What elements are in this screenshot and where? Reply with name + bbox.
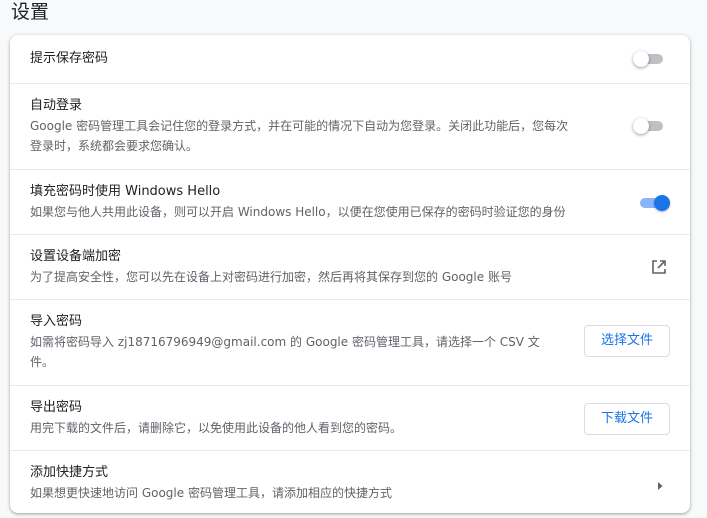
open-in-new-icon[interactable] [650, 258, 668, 276]
row-label: 自动登录 [30, 98, 83, 113]
choose-file-button[interactable]: 选择文件 [584, 325, 670, 357]
row-label: 添加快捷方式 [30, 465, 109, 480]
toggle-knob [633, 118, 649, 134]
description-line: 如需将密码导入 zj18716796949@gmail.com 的 Google… [30, 335, 540, 349]
settings-card: 提示保存密码 自动登录 Google 密码管理工具会记住您的登录方式，并在可能的… [10, 35, 690, 513]
row-label: 填充密码时使用 Windows Hello [30, 184, 221, 199]
toggle-knob [654, 195, 670, 211]
download-file-button[interactable]: 下载文件 [584, 403, 670, 435]
row-device-encryption[interactable]: 设置设备端加密 为了提高安全性，您可以先在设备上对密码进行加密，然后再将其保存到… [10, 234, 690, 299]
row-offer-save-passwords[interactable]: 提示保存密码 [10, 35, 690, 83]
row-export-passwords[interactable]: 导出密码 用完下载的文件后，请删除它，以免使用此设备的他人看到您的密码。 下载文… [10, 385, 690, 450]
offer-save-passwords-toggle[interactable] [633, 50, 665, 68]
description-line: 登录时，系统都会要求您确认。 [30, 139, 199, 153]
row-description: 为了提高安全性，您可以先在设备上对密码进行加密，然后再将其保存到您的 Googl… [30, 270, 512, 284]
toggle-knob [633, 51, 649, 67]
row-add-shortcut[interactable]: 添加快捷方式 如果想更快速地访问 Google 密码管理工具，请添加相应的快捷方… [10, 450, 690, 513]
row-label: 提示保存密码 [30, 51, 109, 66]
description-line: Google 密码管理工具会记住您的登录方式，并在可能的情况下自动为您登录。关闭… [30, 119, 569, 133]
row-description: 用完下载的文件后，请删除它，以免使用此设备的他人看到您的密码。 [30, 421, 403, 435]
description-line: 件。 [30, 355, 55, 369]
row-label: 导出密码 [30, 400, 83, 415]
row-label: 设置设备端加密 [30, 249, 122, 264]
row-auto-sign-in[interactable]: 自动登录 Google 密码管理工具会记住您的登录方式，并在可能的情况下自动为您… [10, 83, 690, 169]
row-import-passwords[interactable]: 导入密码 如需将密码导入 zj18716796949@gmail.com 的 G… [10, 299, 690, 385]
row-description: 如需将密码导入 zj18716796949@gmail.com 的 Google… [30, 332, 560, 372]
auto-sign-in-toggle[interactable] [633, 117, 665, 135]
windows-hello-toggle[interactable] [638, 194, 670, 212]
row-label: 导入密码 [30, 314, 83, 329]
page-title: 设置 [11, 1, 50, 23]
row-description: 如果想更快速地访问 Google 密码管理工具，请添加相应的快捷方式 [30, 486, 392, 500]
row-description: 如果您与他人共用此设备，则可以开启 Windows Hello，以便在您使用已保… [30, 205, 566, 219]
row-description: Google 密码管理工具会记住您的登录方式，并在可能的情况下自动为您登录。关闭… [30, 116, 610, 156]
row-windows-hello[interactable]: 填充密码时使用 Windows Hello 如果您与他人共用此设备，则可以开启 … [10, 169, 690, 234]
chevron-right-icon[interactable] [654, 477, 666, 490]
